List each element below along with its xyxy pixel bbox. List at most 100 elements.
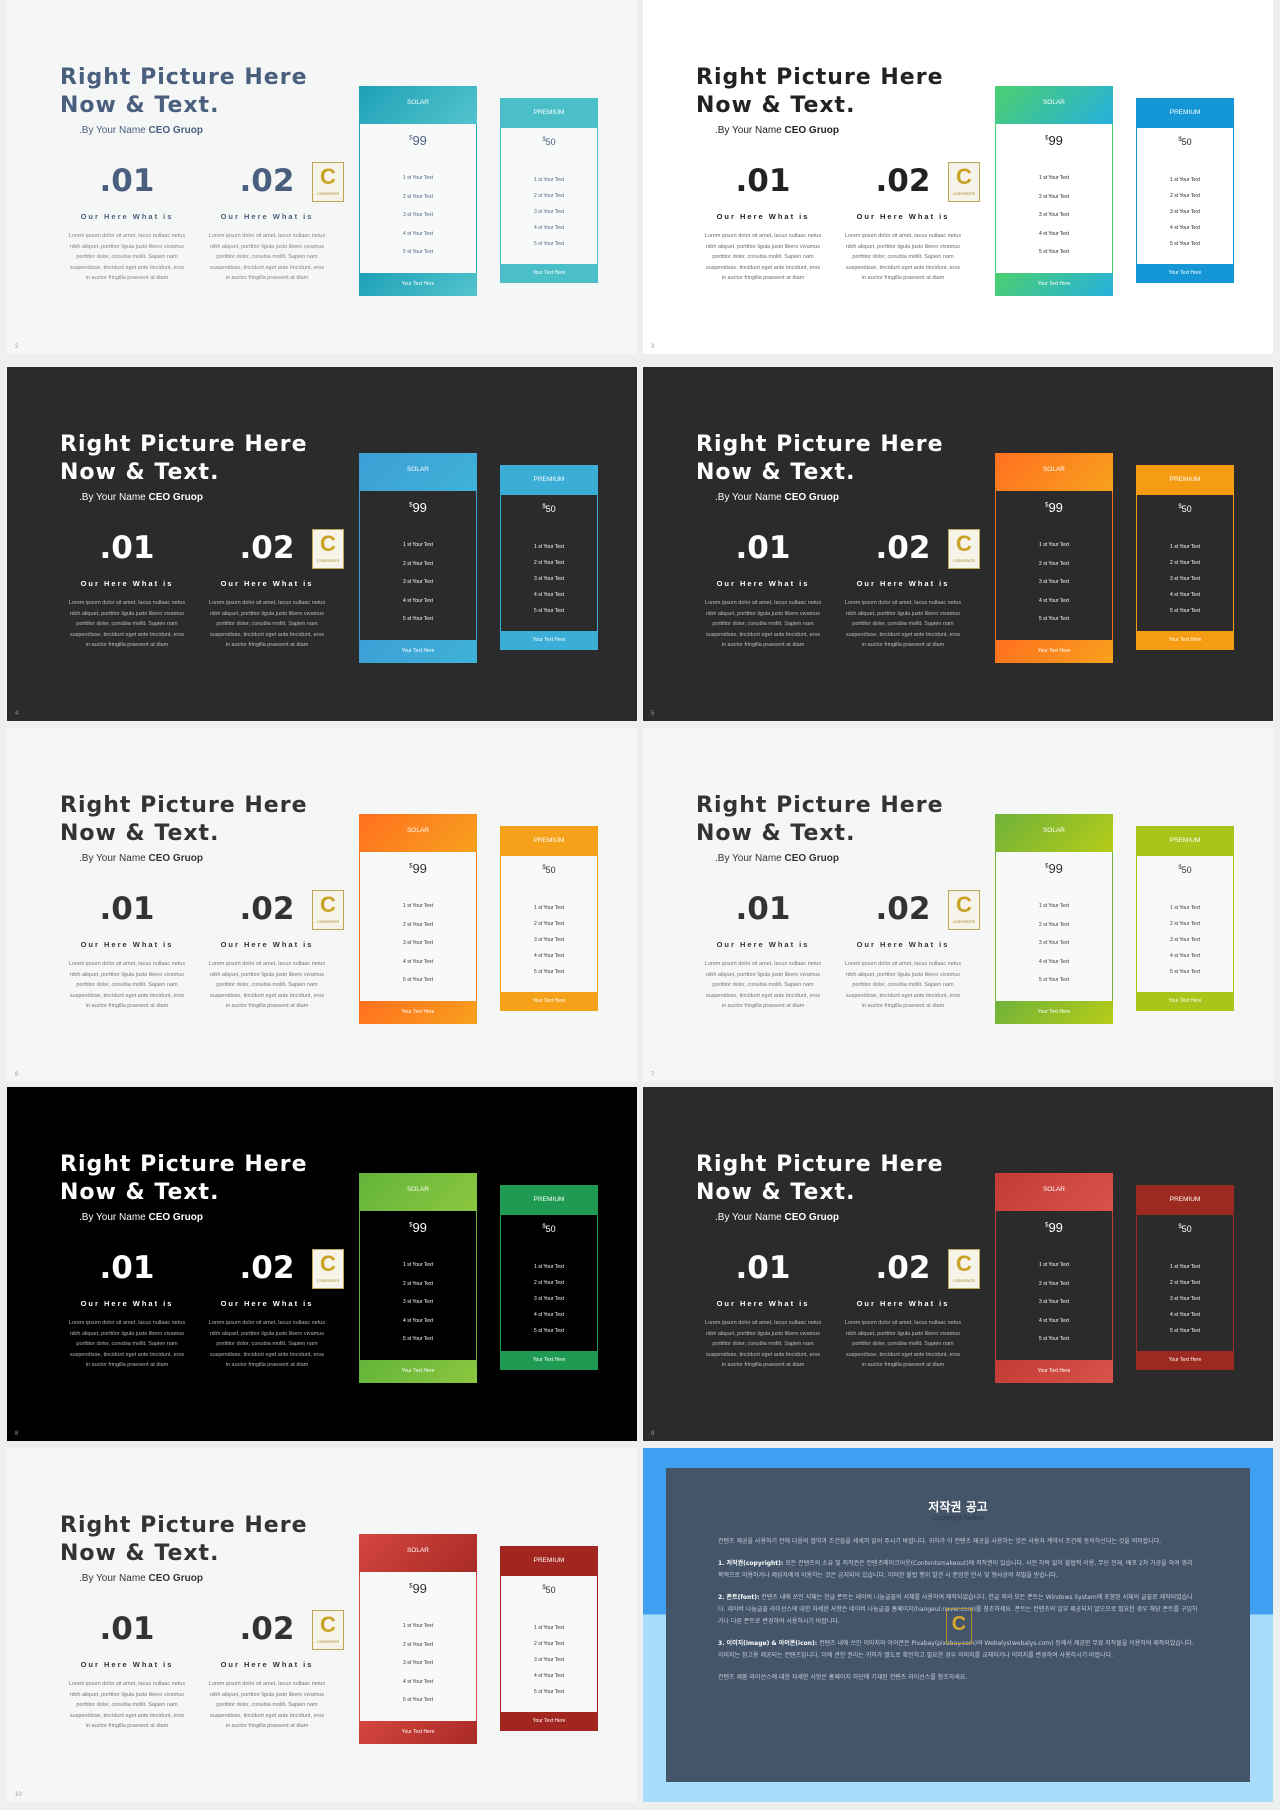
byline-company: CEO Gruop: [148, 1573, 203, 1584]
item-number: .02: [239, 1250, 295, 1286]
byline-prefix: .By Your Name: [79, 125, 149, 136]
plan-feature: 5 st Your Text: [1039, 977, 1069, 983]
contents-logo-icon: C CONTENTS: [948, 162, 980, 202]
plan-footer-button[interactable]: Your Text Here: [500, 1351, 598, 1370]
contents-logo-icon: C: [946, 1608, 972, 1644]
plan-feature: 3 st Your Text: [1039, 212, 1069, 218]
plan-footer-button[interactable]: Your Text Here: [995, 1001, 1113, 1024]
slide[interactable]: Right Picture Here Now & Text. .By Your Na…: [7, 1087, 637, 1441]
copyright-title: 저작권 공고: [928, 1500, 988, 1514]
price-value: 99: [412, 500, 427, 515]
plan-name: PREMIUM: [500, 98, 598, 128]
item-heading: Our Here What is: [716, 1299, 810, 1308]
plan-feature: 2 st Your Text: [1039, 560, 1069, 567]
plan-feature: 1 st Your Text: [534, 177, 564, 183]
byline-company: CEO Gruop: [148, 125, 203, 136]
item-heading: Our Here What is: [220, 212, 314, 221]
plan-feature: 1 st Your Text: [1039, 175, 1069, 181]
item-heading: Our Here What is: [220, 940, 314, 949]
item-body: Lorem ipsum dolor sit amet, lacus nullaa…: [208, 1681, 326, 1730]
slide[interactable]: Right Picture Here Now & Text. .By Your Na…: [643, 0, 1273, 354]
plan-name: SOLAR: [995, 814, 1113, 852]
slide[interactable]: Right Picture Here Now & Text. .By Your Na…: [7, 367, 637, 721]
plan-price: $50: [1137, 137, 1233, 147]
item-body: Lorem ipsum dolor sit amet, lacus nullaa…: [844, 961, 962, 1010]
plan-footer-button[interactable]: Your Text Here: [500, 992, 598, 1011]
section-label: 3. 이미지(image) & 아이콘(icon):: [718, 1640, 818, 1647]
plan-feature: 4 st Your Text: [1039, 597, 1069, 604]
slide[interactable]: Right Picture Here Now & Text. .By Your Na…: [643, 367, 1273, 721]
plan-name: PREMIUM: [500, 826, 598, 856]
section-text: 모든 컨텐츠의 소유 및 저작권은 컨텐츠메이크어웃(Contentsmakeo…: [718, 1560, 1193, 1579]
plan-footer-button[interactable]: Your Text Here: [500, 264, 598, 283]
slide[interactable]: Right Picture Here Now & Text. .By Your Na…: [7, 0, 637, 354]
plan-feature: 5 st Your Text: [1170, 969, 1200, 975]
plan-name: SOLAR: [995, 1173, 1113, 1211]
pricing-card-premium: PREMIUM $50 1 st Your Text 2 st Your Text 3 …: [500, 465, 598, 650]
title-line-1: Right Picture Here: [696, 793, 944, 818]
item-number: .02: [875, 891, 931, 927]
plan-footer-button[interactable]: Your Text Here: [500, 631, 598, 650]
item-number: .01: [99, 891, 155, 927]
item-heading: Our Here What is: [220, 579, 314, 588]
slide-title: Right Picture Here Now & Text.: [60, 1512, 308, 1568]
slide[interactable]: Right Picture Here Now & Text. .By Your Na…: [7, 1448, 637, 1802]
byline-prefix: .By Your Name: [715, 125, 785, 136]
plan-feature: 4 st Your Text: [1039, 1317, 1069, 1324]
slide-number: 6: [15, 1072, 19, 1078]
item-heading: Our Here What is: [856, 579, 950, 588]
price-value: 99: [412, 1581, 427, 1596]
pricing-card-solar: SOLAR $99 1 st Your Text 2 st Your Text 3 st…: [995, 453, 1113, 663]
item-body: Lorem ipsum dolor sit amet, lacus nullaa…: [68, 1320, 186, 1369]
plan-footer-button[interactable]: Your Text Here: [359, 1001, 477, 1024]
plan-feature: 5 st Your Text: [1039, 249, 1069, 255]
slide-title: Right Picture Here Now & Text.: [696, 64, 944, 120]
plan-footer-button[interactable]: Your Text Here: [995, 273, 1113, 296]
byline-prefix: .By Your Name: [79, 1573, 149, 1584]
plan-footer-button[interactable]: Your Text Here: [359, 1721, 477, 1744]
item-heading: Our Here What is: [80, 1660, 174, 1669]
plan-footer-button[interactable]: Your Text Here: [500, 1712, 598, 1731]
plan-footer-button[interactable]: Your Text Here: [1136, 264, 1234, 283]
slide[interactable]: Right Picture Here Now & Text. .By Your Na…: [643, 728, 1273, 1082]
plan-name: SOLAR: [359, 1534, 477, 1572]
item-heading: Our Here What is: [856, 940, 950, 949]
slide[interactable]: Right Picture Here Now & Text. .By Your Na…: [7, 728, 637, 1082]
plan-footer-button[interactable]: Your Text Here: [1136, 1351, 1234, 1370]
title-line-2: Now & Text.: [60, 1541, 220, 1566]
slide[interactable]: Right Picture Here Now & Text. .By Your Na…: [643, 1087, 1273, 1441]
plan-footer-button[interactable]: Your Text Here: [995, 1360, 1113, 1383]
plan-feature: 2 st Your Text: [403, 1641, 433, 1648]
byline-company: CEO Gruop: [784, 125, 839, 136]
plan-feature: 5 st Your Text: [403, 977, 433, 983]
plan-feature: 1 st Your Text: [1170, 544, 1200, 550]
item-body: Lorem ipsum dolor sit amet, lacus nullaa…: [844, 233, 962, 282]
plan-feature: 4 st Your Text: [1170, 1312, 1200, 1318]
item-body: Lorem ipsum dolor sit amet, lacus nullaa…: [208, 1320, 326, 1369]
title-line-1: Right Picture Here: [60, 793, 308, 818]
plan-feature: 3 st Your Text: [534, 1296, 564, 1302]
plan-feature: 4 st Your Text: [403, 1317, 433, 1324]
price-value: 50: [545, 504, 556, 514]
plan-name: SOLAR: [359, 814, 477, 852]
pricing-card-premium: PREMIUM $50 1 st Your Text 2 st Your Text 3 …: [500, 826, 598, 1011]
price-value: 99: [412, 1220, 427, 1235]
item-number: .02: [875, 1250, 931, 1286]
plan-footer-button[interactable]: Your Text Here: [359, 273, 477, 296]
plan-name: SOLAR: [359, 1173, 477, 1211]
item-number: .02: [239, 530, 295, 566]
plan-feature: 5 st Your Text: [1170, 608, 1200, 614]
contents-logo-icon: C CONTENTS: [312, 1249, 344, 1289]
contents-logo-icon: C CONTENTS: [948, 1249, 980, 1289]
byline-prefix: .By Your Name: [715, 1212, 785, 1223]
slide-title: Right Picture Here Now & Text.: [60, 431, 308, 487]
plan-footer-button[interactable]: Your Text Here: [359, 640, 477, 663]
plan-feature: 1 st Your Text: [534, 1625, 564, 1631]
plan-feature: 2 st Your Text: [534, 560, 564, 566]
plan-footer-button[interactable]: Your Text Here: [995, 640, 1113, 663]
plan-footer-button[interactable]: Your Text Here: [1136, 992, 1234, 1011]
plan-footer-button[interactable]: Your Text Here: [359, 1360, 477, 1383]
plan-footer-button[interactable]: Your Text Here: [1136, 631, 1234, 650]
price-value: 50: [545, 1224, 556, 1234]
price-value: 50: [545, 865, 556, 875]
